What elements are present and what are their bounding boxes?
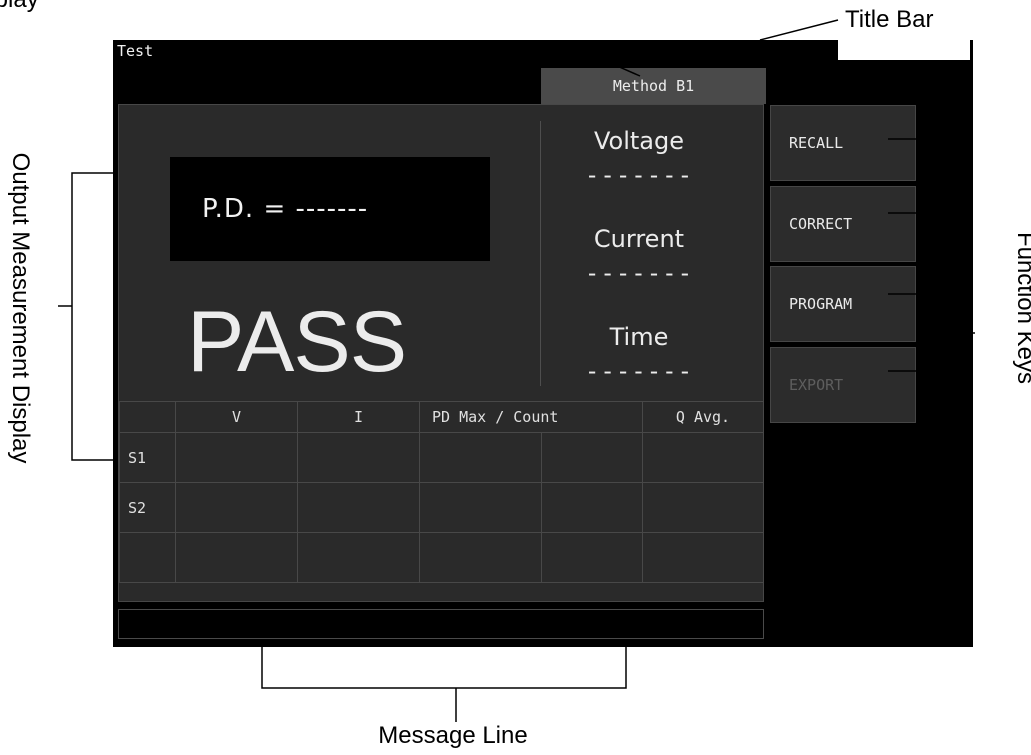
method-tab-leader — [607, 61, 641, 77]
message-line-bracket — [261, 647, 627, 689]
title-bar-leader — [759, 19, 839, 41]
output-display-bracket — [71, 172, 118, 461]
callout-lines — [58, 19, 975, 722]
